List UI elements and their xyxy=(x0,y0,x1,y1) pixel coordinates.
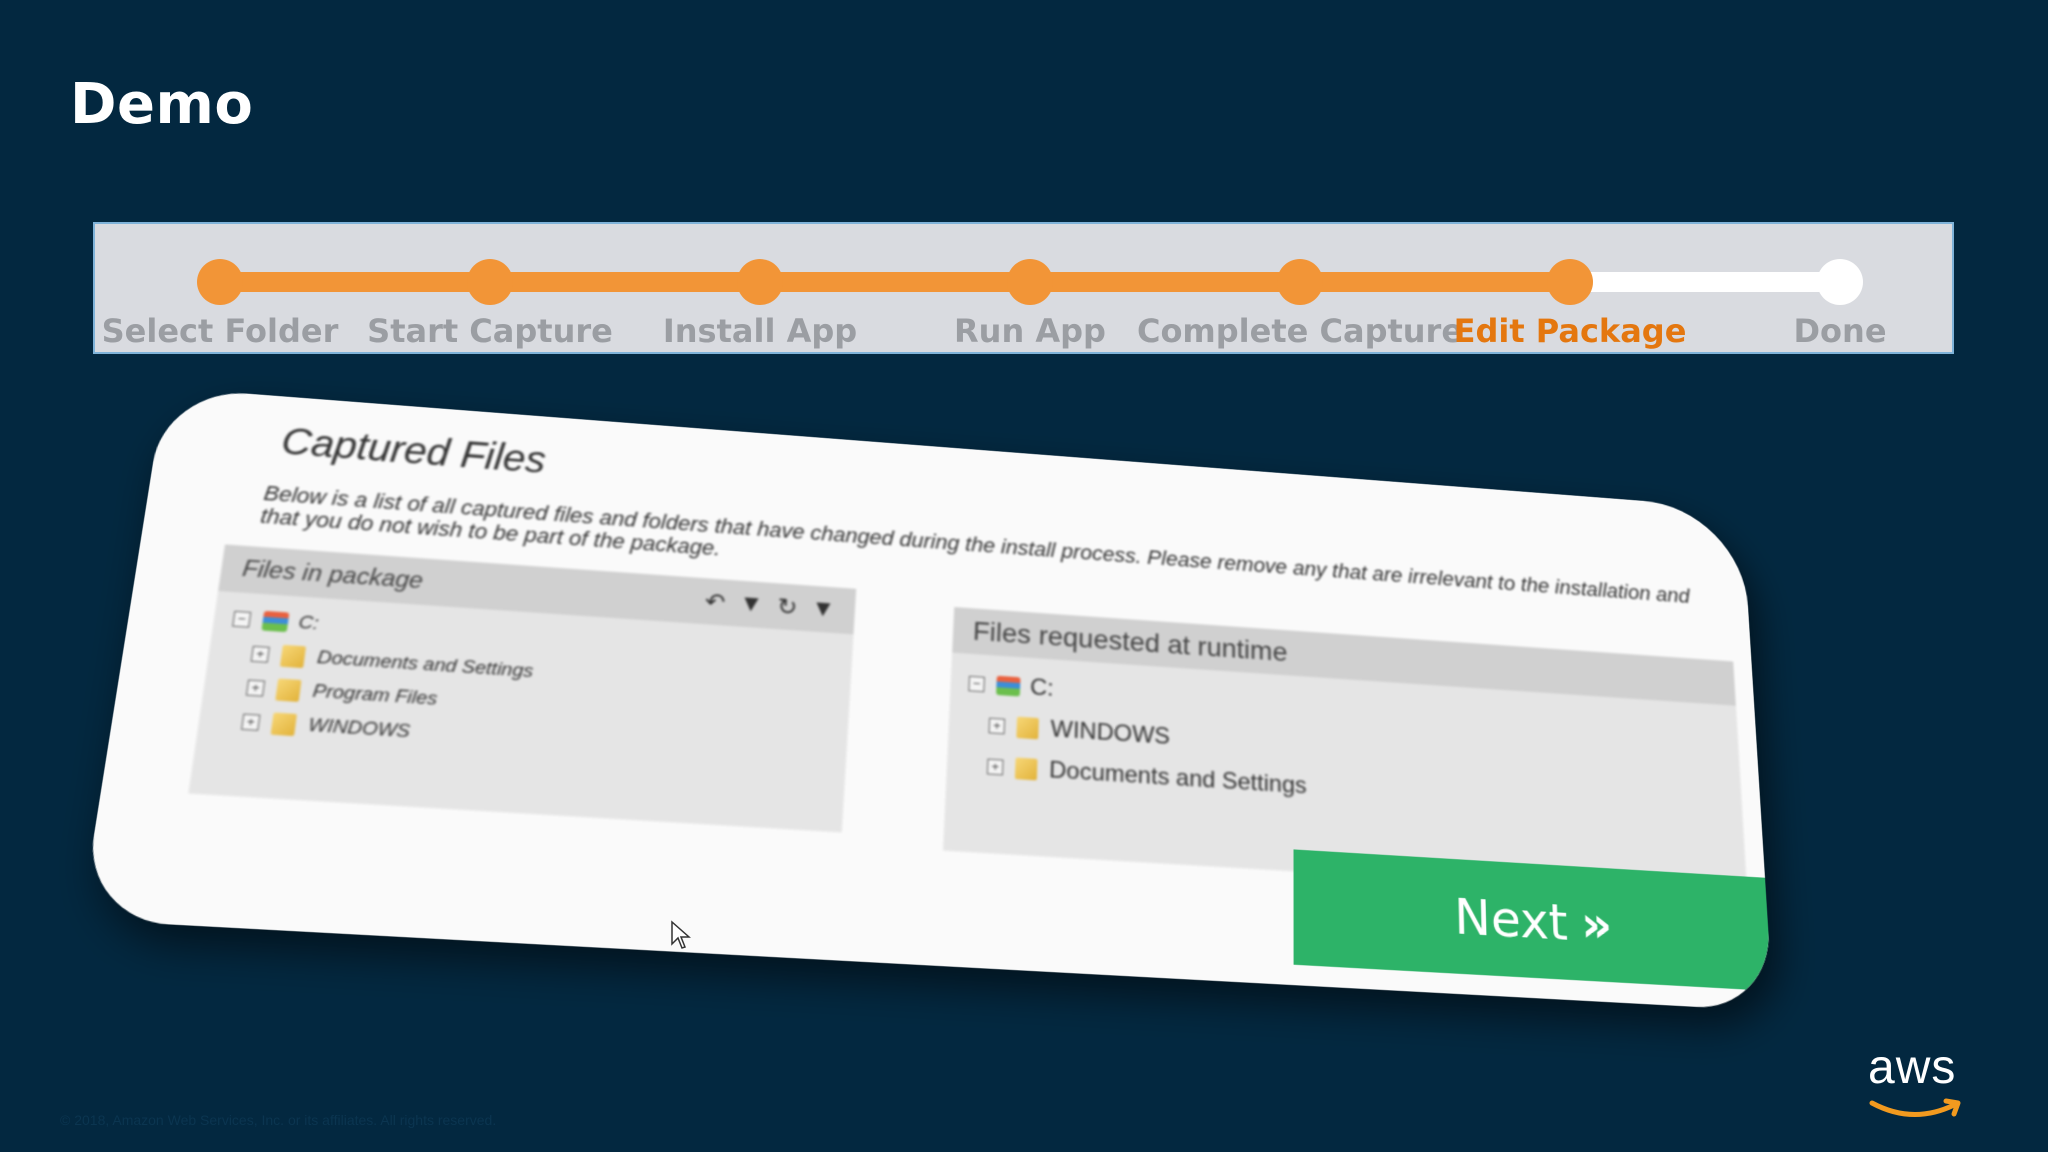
tree-row-label: Documents and Settings xyxy=(1048,756,1307,800)
folder-icon xyxy=(1014,757,1038,781)
expand-icon[interactable]: + xyxy=(245,679,266,697)
mouse-cursor-icon xyxy=(671,920,691,949)
tree-row-label: WINDOWS xyxy=(1050,715,1171,750)
refresh-icon[interactable]: ↻ xyxy=(776,592,798,621)
drive-icon xyxy=(996,675,1021,697)
expand-icon[interactable]: + xyxy=(241,713,261,731)
dropdown-icon[interactable]: ▼ xyxy=(738,590,764,618)
slide: Demo Select Folder Start Capture Install A… xyxy=(0,0,2048,1152)
drive-icon xyxy=(261,610,290,633)
aws-logo-text: aws xyxy=(1868,1041,1957,1094)
undo-icon[interactable]: ↶ xyxy=(704,587,726,616)
expand-icon[interactable]: + xyxy=(988,717,1006,735)
aws-logo: aws xyxy=(1868,1040,1968,1120)
folder-icon xyxy=(279,644,307,669)
dropdown-icon[interactable]: ▼ xyxy=(810,595,835,623)
expand-icon[interactable]: + xyxy=(250,645,270,663)
tree-row-label: C: xyxy=(1029,674,1055,702)
copyright-footer: © 2018, Amazon Web Services, Inc. or its… xyxy=(60,1112,497,1128)
folder-icon xyxy=(1016,716,1039,740)
tree-row-label: C: xyxy=(297,612,320,635)
tree-row-label: WINDOWS xyxy=(306,714,412,743)
collapse-icon[interactable]: − xyxy=(968,675,985,693)
captured-files-title: Captured Files xyxy=(278,420,548,482)
aws-smile-icon xyxy=(1869,1098,1961,1117)
captured-files-window: Captured Files Below is a list of all ca… xyxy=(80,387,1774,1012)
folder-icon xyxy=(270,712,297,737)
collapse-icon[interactable]: − xyxy=(232,610,252,628)
double-chevron-right-icon: » xyxy=(1579,894,1614,954)
expand-icon[interactable]: + xyxy=(986,758,1004,776)
folder-icon xyxy=(275,678,302,702)
screenshot-frame: Captured Files Below is a list of all ca… xyxy=(0,0,2048,1152)
tree-row-label: Program Files xyxy=(311,680,439,710)
files-in-package-panel: Files in package ↶ ▼ ↻ ▼ − C: + Documents a… xyxy=(188,544,857,833)
next-button-label: Next xyxy=(1453,887,1569,952)
